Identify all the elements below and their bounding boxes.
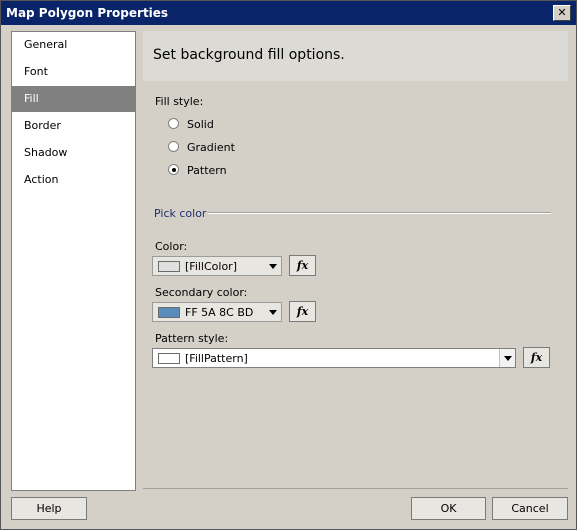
color-value: [FillColor] bbox=[185, 260, 237, 273]
pattern-swatch bbox=[158, 353, 180, 364]
section-divider bbox=[208, 212, 551, 214]
sidebar-item-label: General bbox=[24, 38, 68, 51]
dialog-window: Map Polygon Properties ✕ General Font Fi… bbox=[0, 0, 577, 530]
title-bar[interactable]: Map Polygon Properties ✕ bbox=[1, 1, 576, 25]
sidebar-item-label: Shadow bbox=[24, 146, 68, 159]
secondary-color-swatch bbox=[158, 307, 180, 318]
sidebar: General Font Fill Border Shadow Action bbox=[11, 31, 136, 491]
chevron-down-icon bbox=[269, 310, 277, 315]
color-expression-button[interactable]: fx bbox=[289, 255, 316, 276]
color-dropdown[interactable]: [FillColor] bbox=[152, 256, 282, 276]
sidebar-item-label: Action bbox=[24, 173, 59, 186]
help-button[interactable]: Help bbox=[11, 497, 87, 520]
close-icon[interactable]: ✕ bbox=[553, 5, 571, 21]
sidebar-item-shadow[interactable]: Shadow bbox=[12, 140, 135, 166]
window-title: Map Polygon Properties bbox=[6, 6, 169, 20]
radio-solid[interactable] bbox=[168, 118, 179, 129]
secondary-color-dropdown[interactable]: FF 5A 8C BD bbox=[152, 302, 282, 322]
radio-gradient-label[interactable]: Gradient bbox=[187, 141, 235, 154]
bottom-divider bbox=[143, 488, 568, 489]
pattern-style-label: Pattern style: bbox=[155, 332, 229, 345]
radio-gradient[interactable] bbox=[168, 141, 179, 152]
radio-selected-dot bbox=[172, 168, 176, 172]
color-label: Color: bbox=[155, 240, 188, 253]
dropdown-arrow-button[interactable] bbox=[499, 349, 515, 367]
content-header: Set background fill options. bbox=[143, 31, 568, 81]
radio-solid-label[interactable]: Solid bbox=[187, 118, 214, 131]
sidebar-item-fill[interactable]: Fill bbox=[12, 86, 135, 112]
ok-button[interactable]: OK bbox=[411, 497, 486, 520]
sidebar-item-label: Fill bbox=[24, 92, 39, 105]
sidebar-item-border[interactable]: Border bbox=[12, 113, 135, 139]
radio-pattern-label[interactable]: Pattern bbox=[187, 164, 227, 177]
fill-style-label: Fill style: bbox=[155, 95, 204, 108]
page-title: Set background fill options. bbox=[153, 47, 345, 63]
pattern-style-expression-button[interactable]: fx bbox=[523, 347, 550, 368]
cancel-button[interactable]: Cancel bbox=[492, 497, 568, 520]
color-swatch bbox=[158, 261, 180, 272]
sidebar-item-action[interactable]: Action bbox=[12, 167, 135, 193]
secondary-color-value: FF 5A 8C BD bbox=[185, 306, 254, 319]
chevron-down-icon bbox=[504, 356, 512, 361]
pattern-style-dropdown[interactable]: [FillPattern] bbox=[152, 348, 516, 368]
sidebar-item-font[interactable]: Font bbox=[12, 59, 135, 85]
secondary-color-expression-button[interactable]: fx bbox=[289, 301, 316, 322]
secondary-color-label: Secondary color: bbox=[155, 286, 248, 299]
pattern-style-value: [FillPattern] bbox=[185, 352, 248, 365]
chevron-down-icon bbox=[269, 264, 277, 269]
sidebar-item-label: Font bbox=[24, 65, 48, 78]
pick-color-section-title: Pick color bbox=[154, 207, 207, 220]
sidebar-item-label: Border bbox=[24, 119, 61, 132]
radio-pattern[interactable] bbox=[168, 164, 179, 175]
sidebar-item-general[interactable]: General bbox=[12, 32, 135, 58]
